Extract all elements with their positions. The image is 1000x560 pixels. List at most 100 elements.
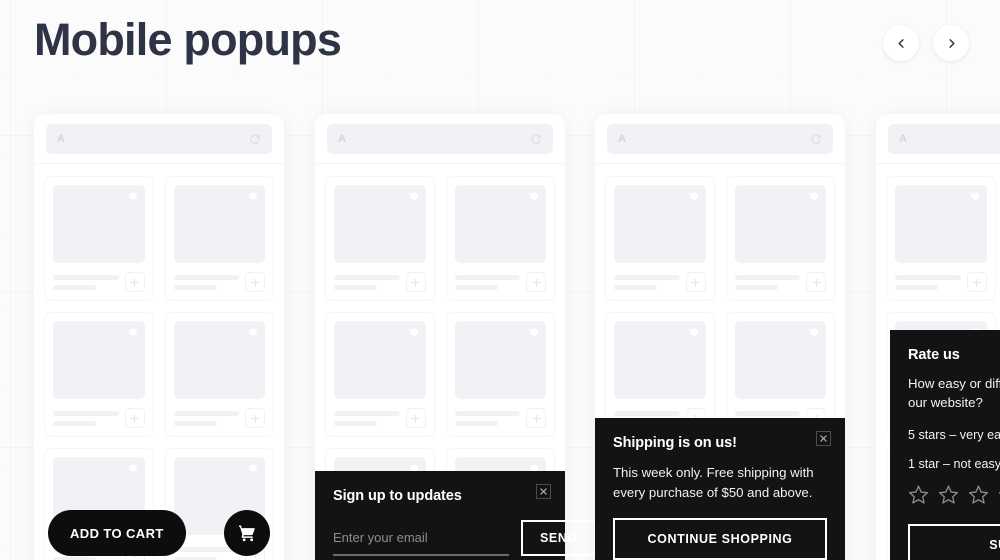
cart-button[interactable]: [224, 510, 270, 556]
popup-signup-close-button[interactable]: [536, 484, 551, 499]
product-card[interactable]: [164, 312, 274, 437]
product-card[interactable]: [164, 176, 274, 301]
star-icon[interactable]: [938, 484, 959, 505]
product-image-placeholder: [454, 185, 546, 263]
product-image-placeholder: [334, 185, 426, 263]
carousel-next-button[interactable]: [933, 25, 969, 61]
product-footer: [614, 272, 706, 292]
phone-topbar: A: [876, 114, 1000, 164]
heart-icon[interactable]: [528, 326, 540, 338]
product-title-line: [334, 410, 400, 416]
product-add-button[interactable]: [405, 408, 426, 428]
rate-submit-button[interactable]: SUBMIT: [908, 524, 1000, 560]
search-bar[interactable]: A: [888, 124, 1000, 154]
star-rating-group[interactable]: [908, 484, 1000, 505]
carousel-prev-button[interactable]: [883, 25, 919, 61]
search-input-text: A: [338, 133, 346, 145]
heart-icon[interactable]: [408, 190, 420, 202]
popup-shipping-body: This week only. Free shipping with every…: [613, 465, 814, 500]
product-add-button[interactable]: [124, 408, 145, 428]
popup-rate-question: How easy or difficult was it to use our …: [908, 376, 1000, 411]
product-price-line: [53, 284, 97, 290]
product-text-placeholder: [173, 410, 239, 426]
refresh-icon[interactable]: [249, 133, 261, 145]
product-footer: [53, 408, 145, 428]
product-add-button[interactable]: [124, 272, 145, 292]
product-image-placeholder: [53, 321, 145, 399]
product-card[interactable]: [325, 176, 435, 301]
plus-icon: [691, 278, 700, 286]
heart-icon[interactable]: [808, 326, 820, 338]
heart-icon[interactable]: [127, 190, 139, 202]
search-bar[interactable]: A: [46, 124, 272, 154]
product-image-placeholder: [734, 185, 826, 263]
product-title-line: [895, 274, 961, 280]
product-card[interactable]: [886, 176, 996, 301]
refresh-icon[interactable]: [810, 133, 822, 145]
star-icon[interactable]: [968, 484, 989, 505]
product-image-placeholder: [334, 321, 426, 399]
product-card[interactable]: [725, 176, 835, 301]
product-add-button[interactable]: [806, 272, 826, 292]
heart-icon[interactable]: [528, 190, 540, 202]
product-add-button[interactable]: [685, 272, 706, 292]
product-image-placeholder: [614, 321, 706, 399]
search-input-text: A: [618, 133, 626, 145]
product-card[interactable]: [44, 176, 154, 301]
heart-icon[interactable]: [127, 462, 139, 474]
phone-topbar: A: [595, 114, 845, 164]
close-icon: [820, 435, 827, 442]
product-add-button[interactable]: [405, 272, 426, 292]
signup-form-row: SEND: [333, 520, 597, 556]
popup-shipping-close-button[interactable]: [816, 431, 831, 446]
search-input-text: A: [57, 133, 65, 145]
signup-send-button[interactable]: SEND: [521, 520, 597, 556]
product-text-placeholder: [173, 274, 239, 290]
product-add-button[interactable]: [245, 408, 265, 428]
heart-icon[interactable]: [127, 326, 139, 338]
heart-icon[interactable]: [247, 326, 259, 338]
heart-icon[interactable]: [688, 190, 700, 202]
product-title-line: [173, 410, 239, 416]
product-card[interactable]: [325, 312, 435, 437]
add-to-cart-bar: ADD TO CART: [34, 506, 284, 560]
product-add-button[interactable]: [526, 272, 546, 292]
continue-shopping-button[interactable]: CONTINUE SHOPPING: [613, 518, 827, 560]
product-title-line: [173, 274, 239, 280]
product-footer: [173, 408, 265, 428]
product-price-line: [173, 284, 217, 290]
signup-email-input[interactable]: [333, 530, 509, 556]
heart-icon[interactable]: [247, 190, 259, 202]
search-bar[interactable]: A: [327, 124, 553, 154]
product-card[interactable]: [605, 176, 715, 301]
add-to-cart-button[interactable]: ADD TO CART: [48, 510, 186, 556]
product-add-button[interactable]: [526, 408, 546, 428]
popup-shipping-title: Shipping is on us!: [613, 435, 737, 451]
plus-icon: [812, 278, 820, 286]
plus-icon: [130, 278, 139, 286]
product-price-line: [614, 284, 658, 290]
phone-mockup-1: A: [34, 114, 284, 560]
heart-icon[interactable]: [808, 190, 820, 202]
product-add-button[interactable]: [966, 272, 987, 292]
product-price-line: [895, 284, 939, 290]
star-icon[interactable]: [908, 484, 929, 505]
product-card[interactable]: [44, 312, 154, 437]
product-add-button[interactable]: [245, 272, 265, 292]
heart-icon[interactable]: [408, 326, 420, 338]
heart-icon[interactable]: [969, 190, 981, 202]
product-price-line: [334, 420, 378, 426]
heart-icon[interactable]: [688, 326, 700, 338]
heart-icon[interactable]: [247, 462, 259, 474]
product-image-placeholder: [614, 185, 706, 263]
plus-icon: [972, 278, 981, 286]
product-card[interactable]: [445, 312, 555, 437]
product-card[interactable]: [445, 176, 555, 301]
popup-shipping: Shipping is on us! This week only. Free …: [595, 418, 845, 560]
product-footer: [334, 408, 426, 428]
product-footer: [454, 408, 546, 428]
refresh-icon[interactable]: [530, 133, 542, 145]
product-title-line: [334, 274, 400, 280]
product-footer: [734, 272, 826, 292]
search-bar[interactable]: A: [607, 124, 833, 154]
